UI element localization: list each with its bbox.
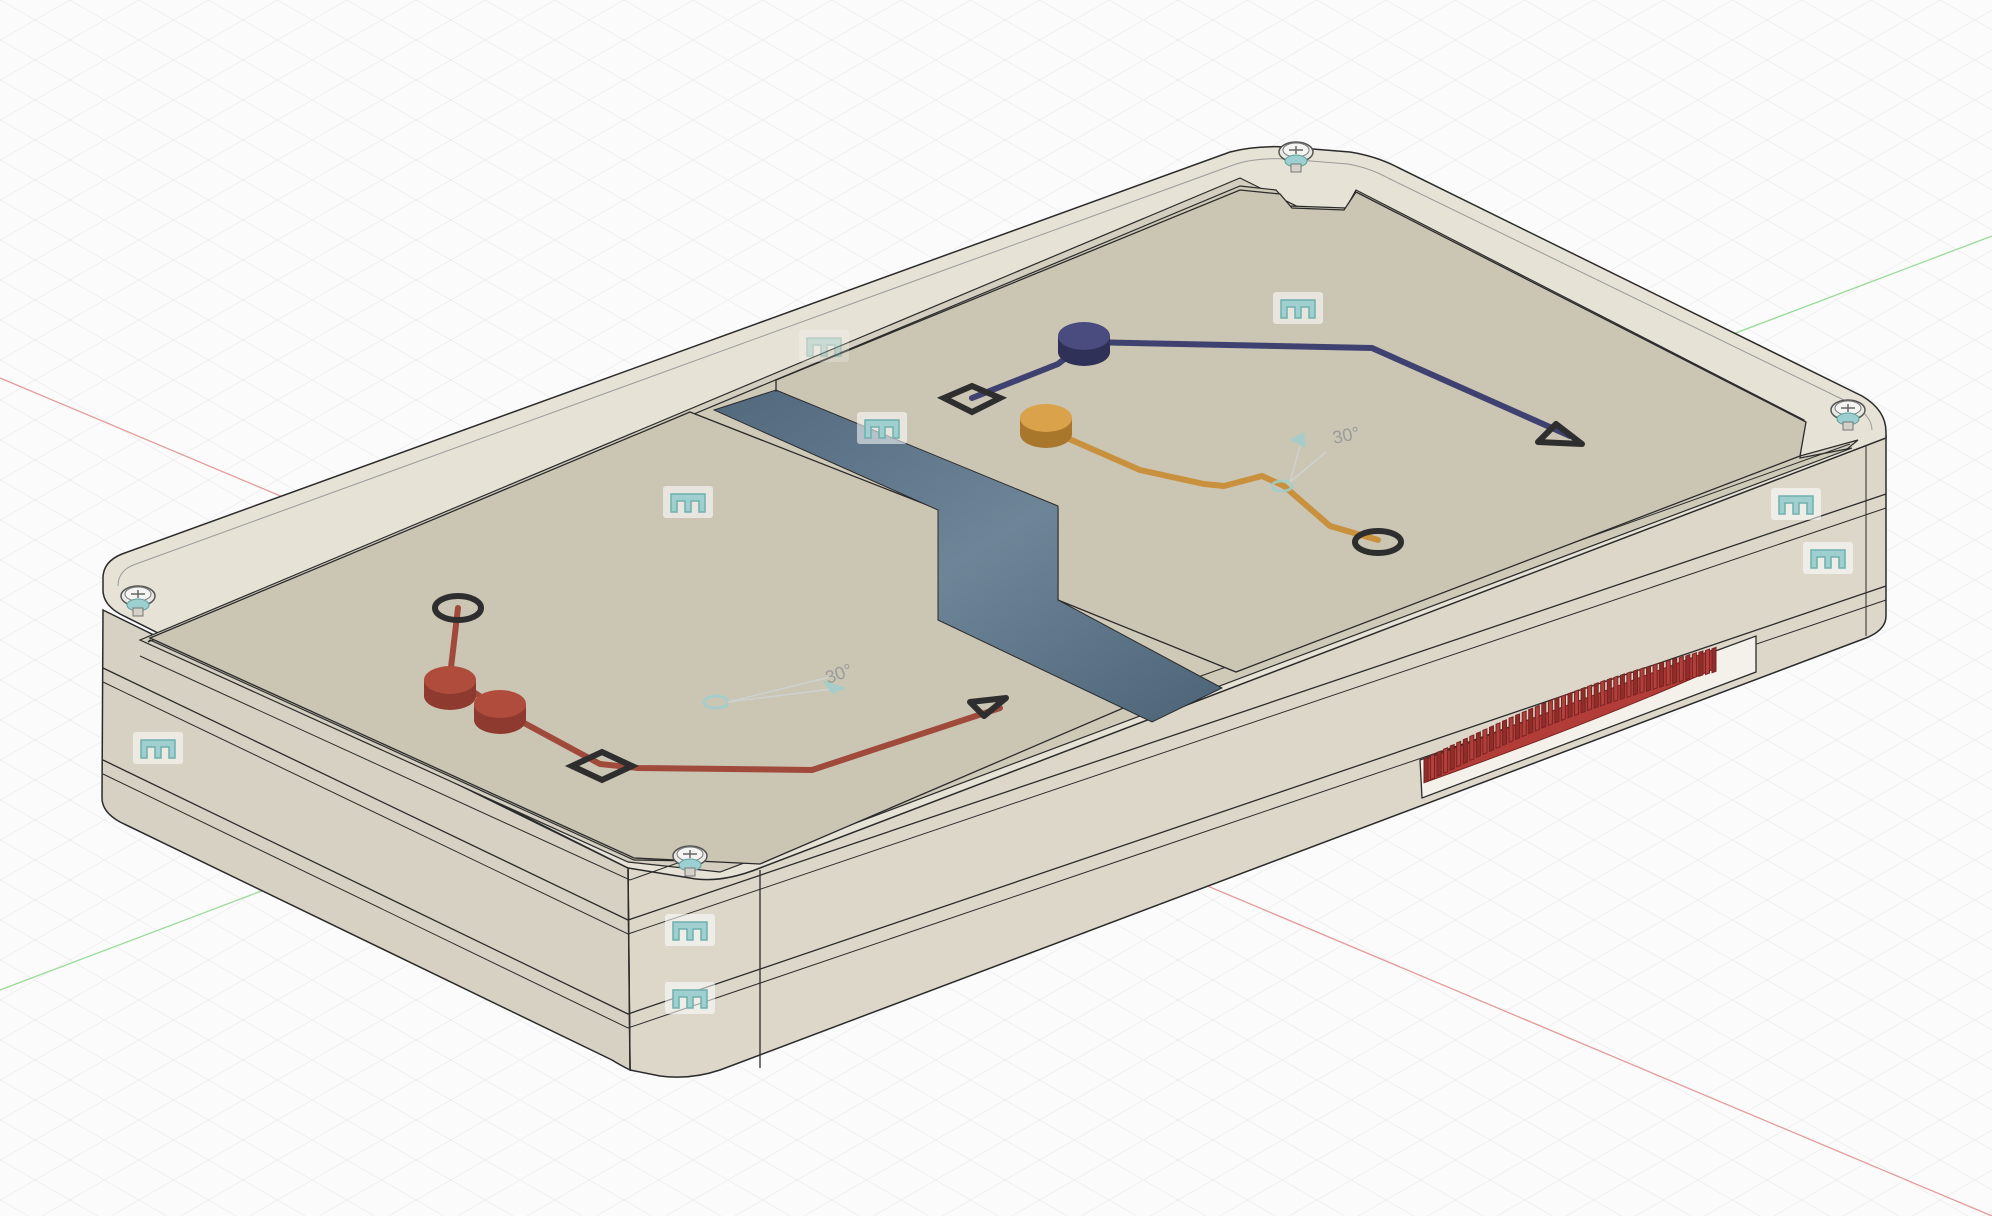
gear-tooth xyxy=(1469,734,1475,762)
gear-tooth xyxy=(1475,731,1481,759)
joint-icon[interactable] xyxy=(1272,291,1324,325)
gear-tooth xyxy=(1580,686,1586,714)
gear-tooth xyxy=(1423,756,1429,784)
gear-tooth xyxy=(1436,750,1442,778)
gear-tooth xyxy=(1561,694,1566,721)
joint-icon[interactable] xyxy=(664,913,716,947)
gear-tooth xyxy=(1633,669,1638,696)
upper-knob-icon[interactable] xyxy=(1058,322,1110,366)
gear-tooth xyxy=(1574,689,1579,717)
gear-tooth xyxy=(1646,665,1651,693)
gear-tooth xyxy=(1541,701,1547,729)
joint-icon[interactable] xyxy=(664,981,716,1015)
gear-tooth xyxy=(1521,710,1527,738)
gear-tooth xyxy=(1659,661,1665,689)
left-knob-2-icon[interactable] xyxy=(474,690,526,734)
gear-tooth xyxy=(1593,682,1599,709)
gear-tooth xyxy=(1495,722,1501,749)
left-knob-1-icon[interactable] xyxy=(424,666,476,710)
gear-tooth xyxy=(1711,646,1717,674)
gear-tooth xyxy=(1639,667,1645,694)
joint-icon[interactable] xyxy=(856,411,908,445)
gear-tooth xyxy=(1567,691,1573,719)
lower-knob-icon[interactable] xyxy=(1020,404,1072,448)
gear-tooth xyxy=(1508,716,1514,743)
gear-tooth xyxy=(1489,725,1494,752)
gear-tooth xyxy=(1443,747,1449,774)
gear-tooth xyxy=(1678,655,1684,683)
gear-tooth xyxy=(1613,675,1619,703)
gear-tooth xyxy=(1456,740,1462,768)
viewport-canvas[interactable]: 30° 30° xyxy=(0,0,1992,1216)
gear-tooth xyxy=(1554,696,1560,724)
joint-icon[interactable] xyxy=(662,485,714,519)
gear-tooth xyxy=(1652,663,1658,691)
gear-tooth xyxy=(1587,684,1593,712)
joint-icon[interactable] xyxy=(1770,487,1822,521)
gear-tooth xyxy=(1515,713,1521,741)
gear-tooth xyxy=(1685,653,1691,681)
gear-tooth xyxy=(1430,753,1435,781)
gear-tooth xyxy=(1528,707,1534,735)
gear-tooth xyxy=(1705,648,1710,676)
gear-tooth xyxy=(1502,719,1507,746)
gear-tooth xyxy=(1482,728,1488,755)
gear-tooth xyxy=(1449,743,1455,771)
gear-tooth xyxy=(1665,659,1671,687)
gear-tooth xyxy=(1606,677,1612,705)
gear-tooth xyxy=(1547,699,1553,727)
gear-tooth xyxy=(1534,704,1540,732)
gear-tooth xyxy=(1626,671,1632,698)
gear-tooth xyxy=(1600,679,1606,707)
joint-icon[interactable] xyxy=(132,731,184,765)
gear-tooth xyxy=(1691,651,1697,679)
joint-icon-hidden[interactable] xyxy=(798,329,850,363)
gear-tooth xyxy=(1672,657,1678,685)
joint-icon[interactable] xyxy=(1802,541,1854,575)
gear-tooth xyxy=(1619,673,1625,701)
3d-viewport[interactable]: 30° 30° xyxy=(0,0,1992,1216)
gear-tooth xyxy=(1462,737,1468,765)
gear-tooth xyxy=(1698,650,1704,678)
